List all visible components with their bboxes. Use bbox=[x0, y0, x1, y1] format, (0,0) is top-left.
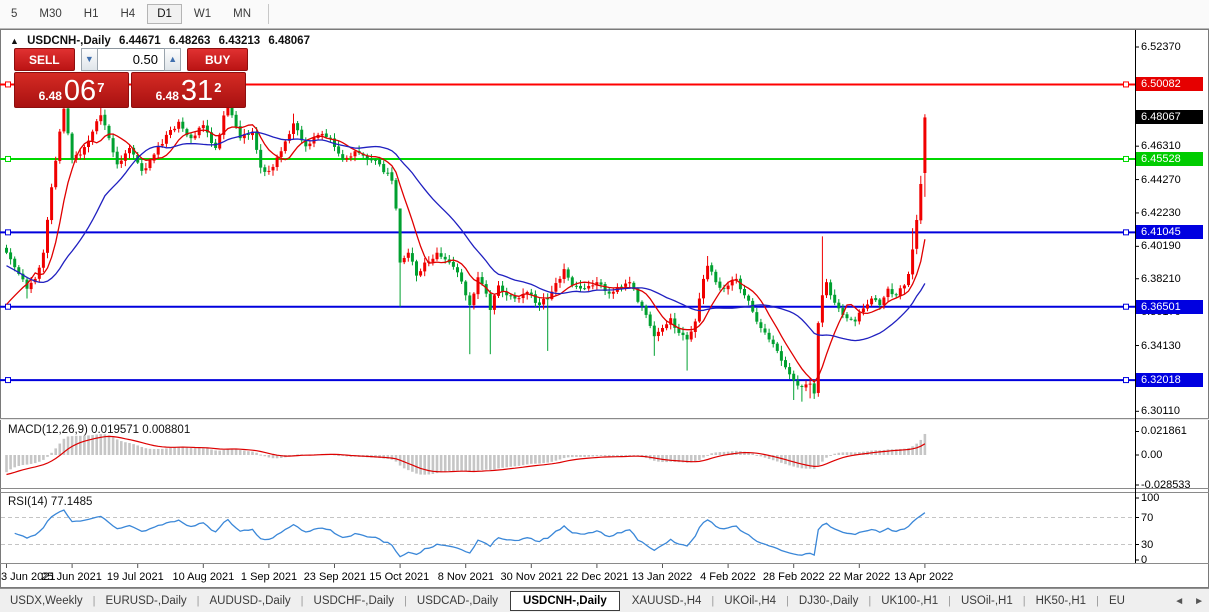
one-click-trading-panel: SELL ▼ ▲ BUY 6.48 06 7 6.48 31 2 bbox=[14, 48, 248, 108]
date-label: 25 Jun 2021 bbox=[41, 571, 102, 583]
ohlc-close: 6.48067 bbox=[268, 35, 310, 47]
tab-usdx-weekly[interactable]: USDX,Weekly bbox=[0, 592, 93, 610]
tab-ukoil-h4[interactable]: UKOil-,H4 bbox=[714, 592, 786, 610]
collapse-arrow-icon[interactable]: ▲ bbox=[10, 36, 19, 46]
price-badge: 6.36501 bbox=[1136, 300, 1203, 314]
price-tick-label: 6.46310 bbox=[1141, 140, 1181, 152]
price-badge: 6.50082 bbox=[1136, 77, 1203, 91]
volume-decrease-button[interactable]: ▼ bbox=[81, 48, 98, 71]
rsi-axis-label: 30 bbox=[1141, 539, 1153, 551]
date-label: 13 Jan 2022 bbox=[632, 571, 693, 583]
volume-input[interactable] bbox=[98, 48, 164, 71]
price-tick-label: 6.42230 bbox=[1141, 207, 1181, 219]
price-tick-label: 6.44270 bbox=[1141, 174, 1181, 186]
price-tick-label: 6.30110 bbox=[1141, 405, 1180, 417]
sell-price[interactable]: 6.48 06 7 bbox=[14, 72, 129, 108]
price-tick-label: 6.52370 bbox=[1141, 41, 1181, 53]
mt4-window: 5M30H1H4D1W1MN ▲ USDCNH-,Daily 6.44671 6… bbox=[0, 0, 1209, 612]
date-label: 19 Jul 2021 bbox=[107, 571, 164, 583]
chart-title: ▲ USDCNH-,Daily 6.44671 6.48263 6.43213 … bbox=[10, 35, 310, 47]
macd-label: MACD(12,26,9) 0.019571 0.008801 bbox=[8, 424, 190, 436]
macd-axis-label: 0.00 bbox=[1141, 449, 1162, 461]
date-label: 23 Sep 2021 bbox=[304, 571, 366, 583]
price-badge: 6.41045 bbox=[1136, 225, 1203, 239]
tab-usdcnh-daily[interactable]: USDCNH-,Daily bbox=[510, 591, 620, 611]
tab-audusd-daily[interactable]: AUDUSD-,Daily bbox=[200, 592, 301, 610]
date-label: 10 Aug 2021 bbox=[173, 571, 235, 583]
sell-button[interactable]: SELL bbox=[14, 48, 75, 71]
tab-scroll-left-icon[interactable]: ◄ bbox=[1169, 594, 1189, 609]
date-label: 28 Feb 2022 bbox=[763, 571, 825, 583]
tab-scroll-buttons: ◄► bbox=[1169, 594, 1209, 609]
tab-xauusd-h4[interactable]: XAUUSD-,H4 bbox=[622, 592, 712, 610]
sell-price-point: 7 bbox=[97, 73, 104, 103]
date-label: 8 Nov 2021 bbox=[438, 571, 494, 583]
buy-price-pips: 31 bbox=[181, 78, 213, 104]
buy-price-point: 2 bbox=[214, 73, 221, 103]
rsi-label: RSI(14) 77.1485 bbox=[8, 496, 92, 508]
price-tick-label: 6.34130 bbox=[1141, 340, 1181, 352]
date-label: 15 Oct 2021 bbox=[369, 571, 429, 583]
symbol-title: USDCNH-,Daily bbox=[27, 35, 111, 47]
buy-button[interactable]: BUY bbox=[187, 48, 248, 71]
chart-window: ▲ USDCNH-,Daily 6.44671 6.48263 6.43213 … bbox=[0, 29, 1209, 588]
tab-usoil-h1[interactable]: USOil-,H1 bbox=[951, 592, 1023, 610]
macd-axis-label: -0.028533 bbox=[1141, 479, 1191, 491]
tab-uk100-h1[interactable]: UK100-,H1 bbox=[871, 592, 948, 610]
sell-price-base: 6.48 bbox=[39, 88, 62, 104]
tab-dj30-daily[interactable]: DJ30-,Daily bbox=[789, 592, 868, 610]
date-label: 22 Dec 2021 bbox=[566, 571, 628, 583]
price-tick-label: 6.38210 bbox=[1141, 273, 1181, 285]
date-label: 22 Mar 2022 bbox=[829, 571, 891, 583]
volume-increase-button[interactable]: ▲ bbox=[164, 48, 181, 71]
tab-eu[interactable]: EU bbox=[1099, 592, 1135, 610]
price-tick-label: 6.40190 bbox=[1141, 240, 1181, 252]
chart-tabs-bar: USDX,Weekly|EURUSD-,Daily|AUDUSD-,Daily|… bbox=[0, 588, 1209, 612]
date-label: 1 Sep 2021 bbox=[241, 571, 297, 583]
macd-axis-label: 0.021861 bbox=[1141, 425, 1187, 437]
price-badge: 6.48067 bbox=[1136, 110, 1203, 124]
price-badge: 6.45528 bbox=[1136, 152, 1203, 166]
sell-price-pips: 06 bbox=[64, 78, 96, 104]
rsi-axis-label: 70 bbox=[1141, 512, 1153, 524]
tab-scroll-right-icon[interactable]: ► bbox=[1189, 594, 1209, 609]
tab-usdchf-daily[interactable]: USDCHF-,Daily bbox=[304, 592, 405, 610]
buy-price[interactable]: 6.48 31 2 bbox=[131, 72, 246, 108]
tab-eurusd-daily[interactable]: EURUSD-,Daily bbox=[96, 592, 197, 610]
rsi-axis-label: 0 bbox=[1141, 554, 1147, 566]
rsi-axis-label: 100 bbox=[1141, 492, 1159, 504]
date-label: 13 Apr 2022 bbox=[894, 571, 953, 583]
tab-usdcad-daily[interactable]: USDCAD-,Daily bbox=[407, 592, 508, 610]
buy-price-base: 6.48 bbox=[156, 88, 179, 104]
tab-hk50-h1[interactable]: HK50-,H1 bbox=[1026, 592, 1097, 610]
price-badge: 6.32018 bbox=[1136, 373, 1203, 387]
date-label: 30 Nov 2021 bbox=[501, 571, 563, 583]
ohlc-open: 6.44671 bbox=[119, 35, 161, 47]
date-label: 4 Feb 2022 bbox=[700, 571, 756, 583]
ohlc-high: 6.48263 bbox=[169, 35, 211, 47]
ohlc-low: 6.43213 bbox=[219, 35, 261, 47]
